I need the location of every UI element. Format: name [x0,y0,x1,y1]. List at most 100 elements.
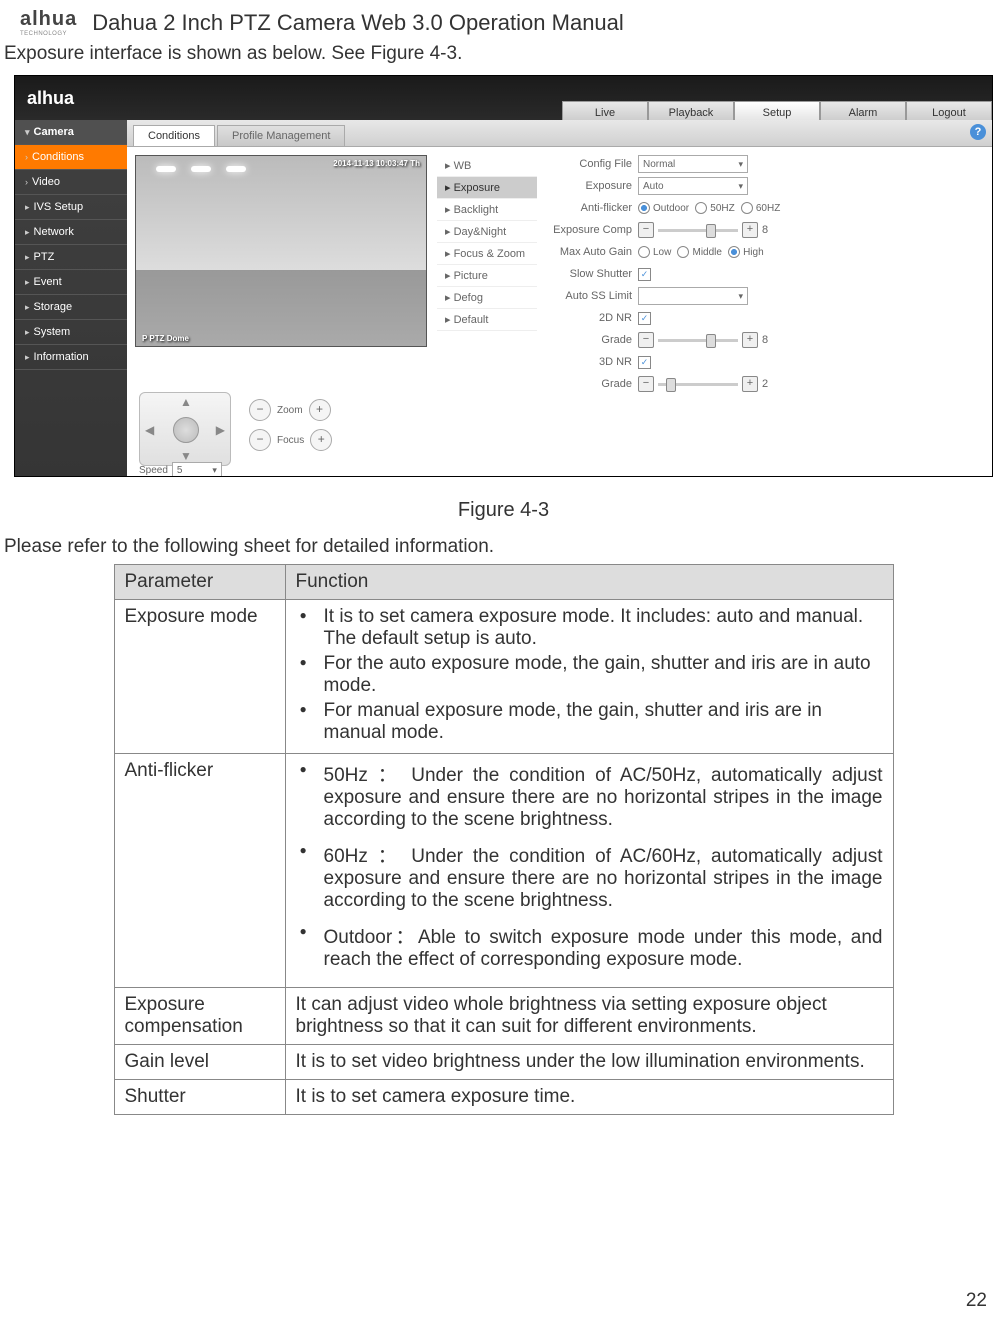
param-configfile-label: Config File [537,158,638,170]
maxgain-high[interactable]: High [728,246,764,258]
intro-text: Exposure interface is shown as below. Se… [0,43,1007,65]
nr3d-checkbox[interactable]: ✓ [638,356,651,369]
minus-icon[interactable]: − [638,332,654,348]
brand-logo: alhua TECHNOLOGY [20,8,77,37]
submenu-picture[interactable]: ▸ Picture [437,265,537,287]
plus-icon[interactable]: + [742,376,758,392]
submenu-exposure[interactable]: ▸ Exposure [437,177,537,199]
table-header-function: Function [285,565,893,600]
submenu-wb[interactable]: ▸ WB [437,155,537,177]
row-func-exposure-mode: It is to set camera exposure mode. It in… [285,600,893,754]
submenu-daynight[interactable]: ▸ Day&Night [437,221,537,243]
chevron-right-icon: ▸ [25,302,30,313]
row-param-shutter: Shutter [114,1080,285,1115]
focus-out-button[interactable]: − [249,429,271,451]
help-icon[interactable]: ? [970,124,986,140]
maxgain-middle[interactable]: Middle [677,246,721,258]
video-preview: 2014-11-13 10:03:47 Th P PTZ Dome [135,155,427,347]
slowshutter-checkbox[interactable]: ✓ [638,268,651,281]
submenu-default[interactable]: ▸ Default [437,309,537,331]
chevron-right-icon: ▸ [25,277,30,288]
plus-icon[interactable]: + [742,222,758,238]
sidebar-conditions[interactable]: ›Conditions [15,145,127,170]
row-param-antiflicker: Anti-flicker [114,754,285,988]
minus-icon[interactable]: − [638,222,654,238]
chevron-right-icon: ▸ [25,352,30,363]
speed-label: Speed [139,465,168,476]
antiflicker-outdoor[interactable]: Outdoor [638,202,689,214]
preview-label: P PTZ Dome [142,334,189,343]
ptz-center-button[interactable] [173,417,199,443]
maxgain-low[interactable]: Low [638,246,671,258]
minus-icon[interactable]: − [638,376,654,392]
expcomp-slider[interactable]: −+8 [638,222,768,238]
chevron-right-icon: ▸ [25,202,30,213]
arrow-down-icon[interactable]: ▼ [180,449,192,463]
submenu-defog[interactable]: ▸ Defog [437,287,537,309]
arrow-left-icon[interactable]: ◀ [145,423,154,437]
configfile-select[interactable]: Normal [638,155,748,173]
sidebar-information[interactable]: ▸Information [15,345,127,370]
table-lead-text: Please refer to the following sheet for … [0,536,1007,558]
row-func-gain: It is to set video brightness under the … [285,1045,893,1080]
chevron-right-icon: › [25,152,28,162]
table-header-parameter: Parameter [114,565,285,600]
focus-in-button[interactable]: + [310,429,332,451]
param-2dnr-label: 2D NR [537,312,638,324]
sidebar-storage[interactable]: ▸Storage [15,295,127,320]
param-maxgain-label: Max Auto Gain [537,246,638,258]
grade2-slider[interactable]: −+2 [638,376,768,392]
autoss-select[interactable] [638,287,748,305]
param-slowshutter-label: Slow Shutter [537,268,638,280]
sidebar-system[interactable]: ▸System [15,320,127,345]
sidebar-event[interactable]: ▸Event [15,270,127,295]
sidebar-network[interactable]: ▸Network [15,220,127,245]
submenu-focuszoom[interactable]: ▸ Focus & Zoom [437,243,537,265]
chevron-right-icon: ▸ [25,327,30,338]
submenu-backlight[interactable]: ▸ Backlight [437,199,537,221]
chevron-right-icon: ▸ [25,227,30,238]
zoom-out-button[interactable]: − [249,399,271,421]
figure-caption: Figure 4-3 [0,499,1007,522]
preview-timestamp: 2014-11-13 10:03:47 Th [333,159,420,168]
antiflicker-60hz[interactable]: 60HZ [741,202,780,214]
chevron-right-icon: › [25,177,28,187]
param-grade1-label: Grade [537,334,638,346]
sidebar-header: ▾Camera [15,120,127,145]
sidebar-video[interactable]: ›Video [15,170,127,195]
nr2d-checkbox[interactable]: ✓ [638,312,651,325]
chevron-down-icon: ▾ [25,127,30,138]
app-logo: alhua [27,88,74,109]
document-title: Dahua 2 Inch PTZ Camera Web 3.0 Operatio… [92,10,624,36]
arrow-up-icon[interactable]: ▲ [180,395,192,409]
arrow-right-icon[interactable]: ▶ [216,423,225,437]
row-func-antiflicker: 50Hz ： Under the condition of AC/50Hz, a… [285,754,893,988]
zoom-label: Zoom [277,405,303,416]
param-autoss-label: Auto SS Limit [537,290,638,302]
sidebar-ptz[interactable]: ▸PTZ [15,245,127,270]
row-param-gain: Gain level [114,1045,285,1080]
tab-conditions[interactable]: Conditions [133,125,215,146]
speed-select[interactable]: 5 [172,462,222,477]
focus-label: Focus [277,435,304,446]
grade1-slider[interactable]: −+8 [638,332,768,348]
param-3dnr-label: 3D NR [537,356,638,368]
row-param-expcomp: Exposure compensation [114,988,285,1045]
chevron-right-icon: ▸ [25,252,30,263]
sidebar-ivs[interactable]: ▸IVS Setup [15,195,127,220]
param-exposure-label: Exposure [537,180,638,192]
tab-profile-management[interactable]: Profile Management [217,125,345,146]
ptz-direction-pad[interactable]: ▲ ▼ ◀ ▶ [139,392,231,466]
logo-subtext: TECHNOLOGY [20,31,77,37]
logo-text: alhua [20,8,77,31]
antiflicker-50hz[interactable]: 50HZ [695,202,734,214]
zoom-in-button[interactable]: + [309,399,331,421]
exposure-select[interactable]: Auto [638,177,748,195]
param-grade2-label: Grade [537,378,638,390]
page-number: 22 [966,1290,987,1312]
param-expcomp-label: Exposure Comp [537,224,638,236]
row-param-exposure-mode: Exposure mode [114,600,285,754]
row-func-shutter: It is to set camera exposure time. [285,1080,893,1115]
plus-icon[interactable]: + [742,332,758,348]
parameter-table: ParameterFunction Exposure mode It is to… [114,564,894,1115]
